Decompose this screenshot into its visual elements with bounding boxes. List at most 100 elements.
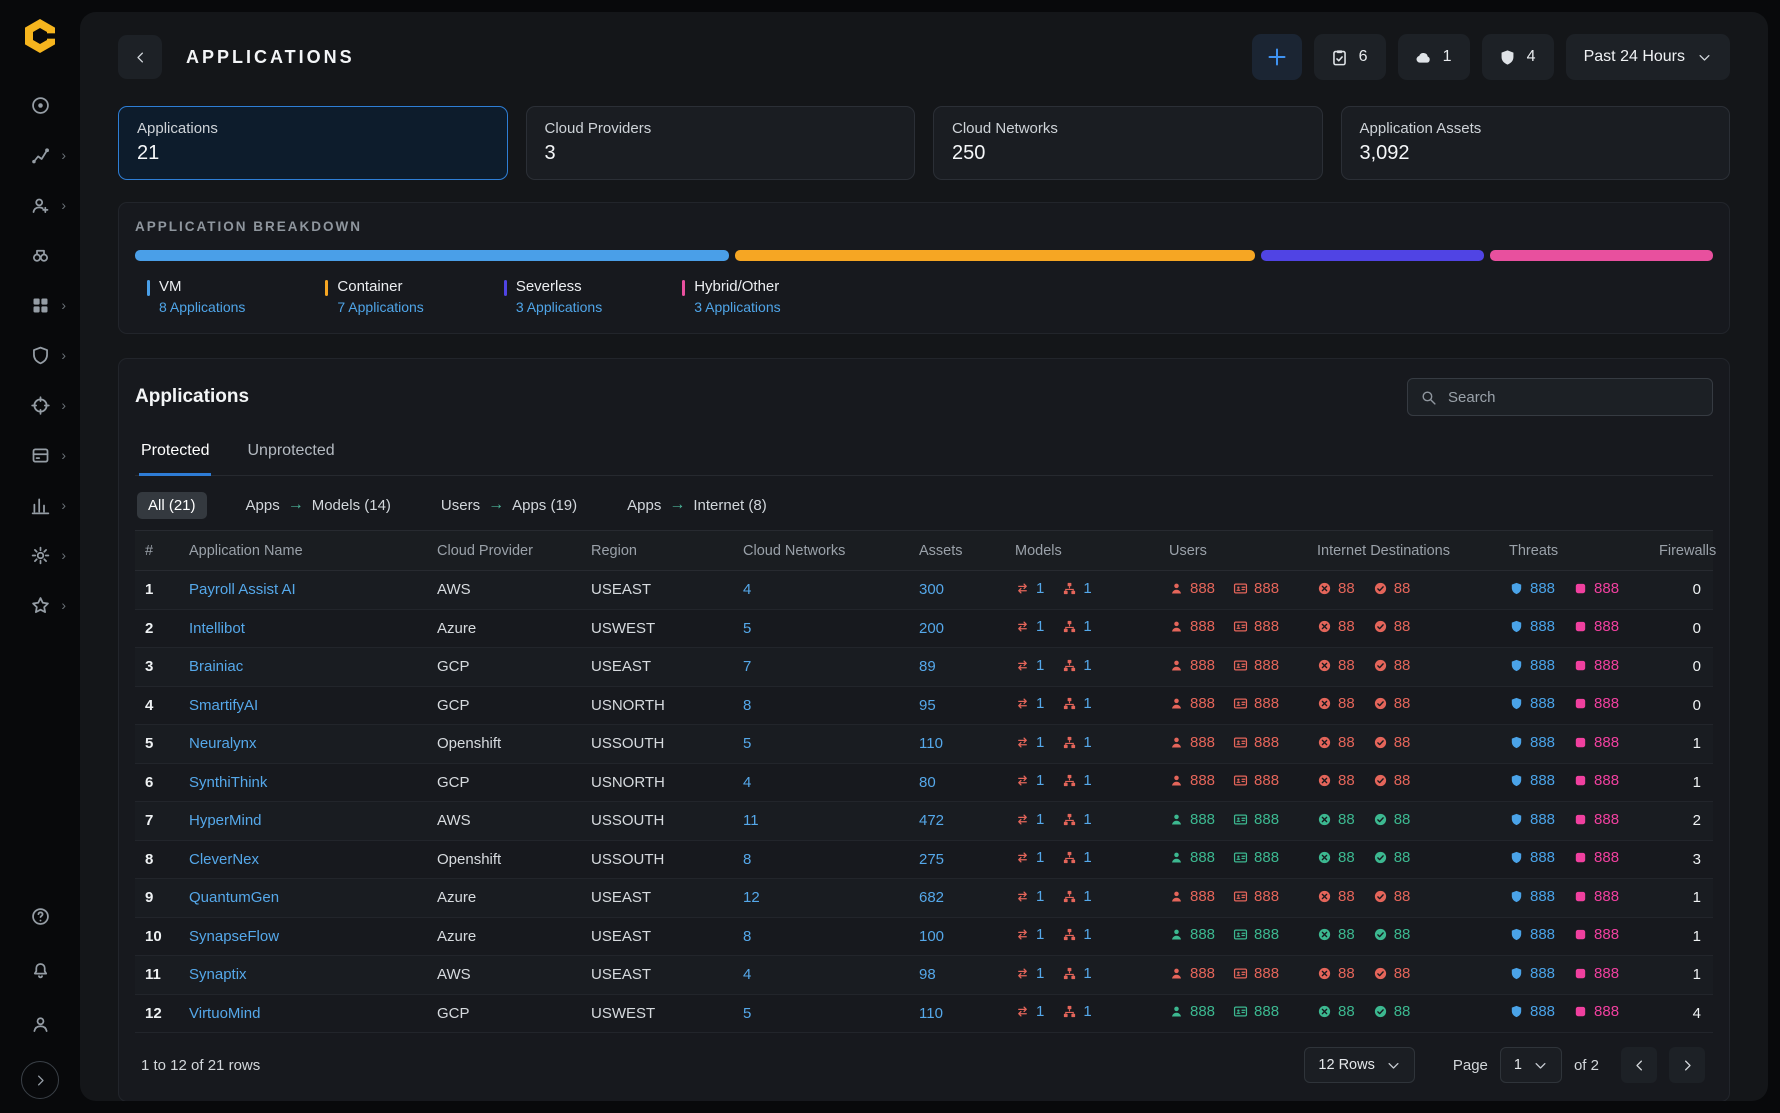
- assets-link[interactable]: 200: [919, 620, 944, 637]
- rows-per-page-select[interactable]: 12 Rows: [1304, 1047, 1414, 1083]
- next-page-button[interactable]: [1669, 1047, 1705, 1083]
- sidebar-item-identities[interactable]: ›: [11, 184, 69, 226]
- table-row-synapseflow[interactable]: 10SynapseFlowAzureUSEAST8100118888888888…: [135, 917, 1713, 956]
- threats-tag-count[interactable]: 888: [1594, 618, 1619, 635]
- column-header-firewalls[interactable]: Firewalls: [1659, 531, 1713, 571]
- application-name-link[interactable]: Payroll Assist AI: [189, 581, 296, 598]
- breakdown-segment-vm[interactable]: [135, 250, 729, 261]
- assets-link[interactable]: 98: [919, 966, 936, 983]
- column-header-application-name[interactable]: Application Name: [189, 531, 437, 571]
- cloud-networks-link[interactable]: 8: [743, 697, 751, 714]
- filter-apps-to-internet-8[interactable]: Apps→Internet (8): [616, 491, 778, 519]
- users-count[interactable]: 888: [1190, 926, 1215, 943]
- internet-allowed-count[interactable]: 88: [1394, 618, 1411, 635]
- users-card-count[interactable]: 888: [1254, 618, 1279, 635]
- cloud-networks-link[interactable]: 11: [743, 812, 759, 829]
- models-count-link[interactable]: 1: [1083, 772, 1091, 789]
- sidebar-expand-button[interactable]: [21, 1061, 59, 1099]
- cloud-networks-link[interactable]: 5: [743, 735, 751, 752]
- page-select[interactable]: 1: [1500, 1047, 1562, 1083]
- sidebar-item-applications[interactable]: ›: [11, 284, 69, 326]
- models-count-link[interactable]: 1: [1083, 734, 1091, 751]
- internet-allowed-count[interactable]: 88: [1394, 734, 1411, 751]
- table-row-smartifyai[interactable]: 4SmartifyAIGCPUSNORTH8951188888888888888…: [135, 686, 1713, 725]
- column-header-internet-destinations[interactable]: Internet Destinations: [1317, 531, 1509, 571]
- internet-allowed-count[interactable]: 88: [1394, 695, 1411, 712]
- internet-blocked-count[interactable]: 88: [1338, 772, 1355, 789]
- threats-tag-count[interactable]: 888: [1594, 657, 1619, 674]
- breakdown-segment-container[interactable]: [735, 250, 1255, 261]
- users-count[interactable]: 888: [1190, 772, 1215, 789]
- models-count-link[interactable]: 1: [1036, 926, 1044, 943]
- internet-allowed-count[interactable]: 88: [1394, 811, 1411, 828]
- cloud-networks-link[interactable]: 5: [743, 620, 751, 637]
- internet-allowed-count[interactable]: 88: [1394, 1003, 1411, 1020]
- table-row-synaptix[interactable]: 11SynaptixAWSUSEAST498118888888888888888…: [135, 956, 1713, 995]
- internet-blocked-count[interactable]: 88: [1338, 734, 1355, 751]
- threats-shield-count[interactable]: 888: [1530, 618, 1555, 635]
- users-card-count[interactable]: 888: [1254, 734, 1279, 751]
- sidebar-item-assets[interactable]: ›: [11, 384, 69, 426]
- models-count-link[interactable]: 1: [1036, 888, 1044, 905]
- application-name-link[interactable]: Synaptix: [189, 966, 247, 983]
- assets-link[interactable]: 89: [919, 658, 936, 675]
- column-header-assets[interactable]: Assets: [919, 531, 1015, 571]
- stat-card-cloud-providers[interactable]: Cloud Providers3: [526, 106, 916, 180]
- users-count[interactable]: 888: [1190, 965, 1215, 982]
- table-row-synthithink[interactable]: 6SynthiThinkGCPUSNORTH480118888888888888…: [135, 763, 1713, 802]
- search-box[interactable]: [1407, 378, 1713, 416]
- models-count-link[interactable]: 1: [1083, 849, 1091, 866]
- internet-allowed-count[interactable]: 88: [1394, 772, 1411, 789]
- stat-card-applications[interactable]: Applications21: [118, 106, 508, 180]
- add-button[interactable]: [1252, 34, 1302, 80]
- checklist-badge-button[interactable]: 6: [1314, 34, 1386, 80]
- table-row-intellibot[interactable]: 2IntellibotAzureUSWEST520011888888888888…: [135, 609, 1713, 648]
- threats-shield-count[interactable]: 888: [1530, 772, 1555, 789]
- search-input[interactable]: [1446, 388, 1700, 407]
- users-count[interactable]: 888: [1190, 618, 1215, 635]
- table-row-hypermind[interactable]: 7HyperMindAWSUSSOUTH11472118888888888888…: [135, 802, 1713, 841]
- application-name-link[interactable]: SynapseFlow: [189, 928, 279, 945]
- internet-blocked-count[interactable]: 88: [1338, 926, 1355, 943]
- threats-tag-count[interactable]: 888: [1594, 695, 1619, 712]
- table-row-clevernex[interactable]: 8CleverNexOpenshiftUSSOUTH82751188888888…: [135, 840, 1713, 879]
- assets-link[interactable]: 100: [919, 928, 944, 945]
- models-count-link[interactable]: 1: [1036, 695, 1044, 712]
- application-name-link[interactable]: VirtuoMind: [189, 1005, 260, 1022]
- users-card-count[interactable]: 888: [1254, 657, 1279, 674]
- sidebar-item-overview[interactable]: [11, 84, 69, 126]
- users-card-count[interactable]: 888: [1254, 695, 1279, 712]
- application-name-link[interactable]: SmartifyAI: [189, 697, 258, 714]
- models-count-link[interactable]: 1: [1083, 965, 1091, 982]
- assets-link[interactable]: 682: [919, 889, 944, 906]
- application-name-link[interactable]: QuantumGen: [189, 889, 279, 906]
- filter-all-21[interactable]: All (21): [137, 492, 207, 519]
- assets-link[interactable]: 275: [919, 851, 944, 868]
- models-count-link[interactable]: 1: [1083, 618, 1091, 635]
- application-name-link[interactable]: HyperMind: [189, 812, 262, 829]
- application-name-link[interactable]: CleverNex: [189, 851, 259, 868]
- threats-shield-count[interactable]: 888: [1530, 965, 1555, 982]
- sidebar-item-favorites[interactable]: ›: [11, 584, 69, 626]
- cloud-networks-link[interactable]: 8: [743, 851, 751, 868]
- application-name-link[interactable]: SynthiThink: [189, 774, 267, 791]
- models-count-link[interactable]: 1: [1083, 657, 1091, 674]
- sidebar-item-attack-paths[interactable]: ›: [11, 134, 69, 176]
- models-count-link[interactable]: 1: [1036, 772, 1044, 789]
- models-count-link[interactable]: 1: [1083, 811, 1091, 828]
- prev-page-button[interactable]: [1621, 1047, 1657, 1083]
- time-range-dropdown[interactable]: Past 24 Hours: [1566, 34, 1730, 80]
- threats-tag-count[interactable]: 888: [1594, 926, 1619, 943]
- users-count[interactable]: 888: [1190, 580, 1215, 597]
- models-count-link[interactable]: 1: [1083, 888, 1091, 905]
- threats-shield-count[interactable]: 888: [1530, 811, 1555, 828]
- internet-blocked-count[interactable]: 88: [1338, 1003, 1355, 1020]
- threats-tag-count[interactable]: 888: [1594, 580, 1619, 597]
- internet-allowed-count[interactable]: 88: [1394, 965, 1411, 982]
- internet-allowed-count[interactable]: 88: [1394, 849, 1411, 866]
- internet-blocked-count[interactable]: 88: [1338, 965, 1355, 982]
- column-header-cloud-provider[interactable]: Cloud Provider: [437, 531, 591, 571]
- stat-card-cloud-networks[interactable]: Cloud Networks250: [933, 106, 1323, 180]
- threats-shield-count[interactable]: 888: [1530, 849, 1555, 866]
- users-count[interactable]: 888: [1190, 1003, 1215, 1020]
